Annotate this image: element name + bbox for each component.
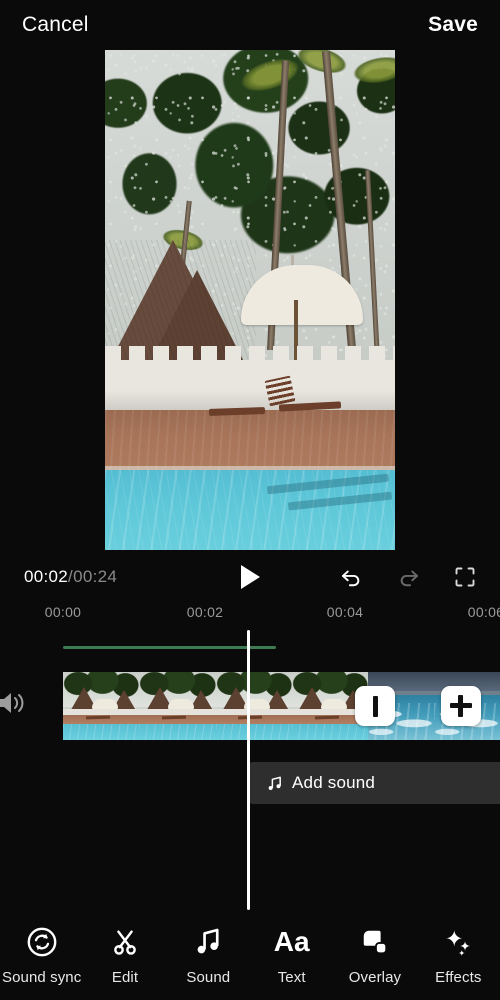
clip-strip[interactable] [63,672,500,740]
timeline-ruler: 00:00 00:02 00:04 00:06 [0,604,500,630]
playback-controls: 00:02/00:24 [0,555,500,599]
clip-thumbnail [139,672,216,740]
tool-label: Effects [435,968,482,986]
transition-bar-icon [372,695,378,717]
current-time: 00:02 [24,567,69,586]
redo-button[interactable] [394,562,424,592]
redo-icon [400,570,419,587]
video-clip[interactable] [63,672,368,740]
play-button[interactable] [235,562,265,592]
play-icon [240,565,260,589]
clip-selection-indicator [63,646,276,649]
transition-button[interactable] [355,686,395,726]
overlay-squares-icon [358,925,392,959]
cancel-button[interactable]: Cancel [22,13,89,37]
video-preview[interactable] [105,50,395,550]
tool-label: Sound sync [1,968,82,986]
tool-edit[interactable]: Edit [83,910,166,1000]
clip-thumbnail [215,672,292,740]
add-sound-label: Add sound [292,773,376,792]
tool-text[interactable]: Aa Text [250,910,333,1000]
tool-label: Edit [111,968,139,986]
preview-stage [0,50,500,550]
scissors-icon [108,925,142,959]
tool-sound-sync[interactable]: Sound sync [0,910,83,1000]
tool-effects[interactable]: Effects [417,910,500,1000]
speaker-icon [0,693,24,713]
tool-label: Overlay [348,968,402,986]
ruler-tick: 00:02 [186,604,224,620]
bottom-toolbar: Sound sync Edit Sound Aa Text Overlay Ef… [0,910,500,1000]
tool-overlay[interactable]: Overlay [333,910,416,1000]
timeline-track-area[interactable]: Add sound [0,630,500,910]
total-time: 00:24 [73,567,118,586]
video-editor-screen: Cancel Save 00:02/00:24 00:00 00:02 00:0… [0,0,500,1000]
volume-button[interactable] [0,688,30,718]
preview-frame-image [105,50,395,550]
ruler-tick: 00:04 [326,604,364,620]
clip-thumbnail [63,672,140,740]
plus-icon [450,695,472,717]
music-note-icon [268,776,281,790]
tool-label: Sound [186,968,231,986]
fullscreen-button[interactable] [450,562,480,592]
add-clip-button[interactable] [441,686,481,726]
top-bar: Cancel Save [0,0,500,50]
undo-icon [341,570,360,587]
music-note-icon [191,925,225,959]
time-display: 00:02/00:24 [24,567,117,587]
playhead[interactable] [247,630,250,910]
sound-sync-icon [25,925,59,959]
tool-label: Text [277,968,306,986]
ruler-tick: 00:06 [467,604,500,620]
expand-icon [455,567,475,587]
sparkle-icon [441,925,475,959]
save-button[interactable]: Save [428,13,478,37]
text-aa-icon: Aa [273,925,310,957]
tool-sound[interactable]: Sound [167,910,250,1000]
ruler-tick: 00:00 [44,604,82,620]
undo-button[interactable] [336,562,366,592]
add-sound-button[interactable]: Add sound [248,762,500,804]
